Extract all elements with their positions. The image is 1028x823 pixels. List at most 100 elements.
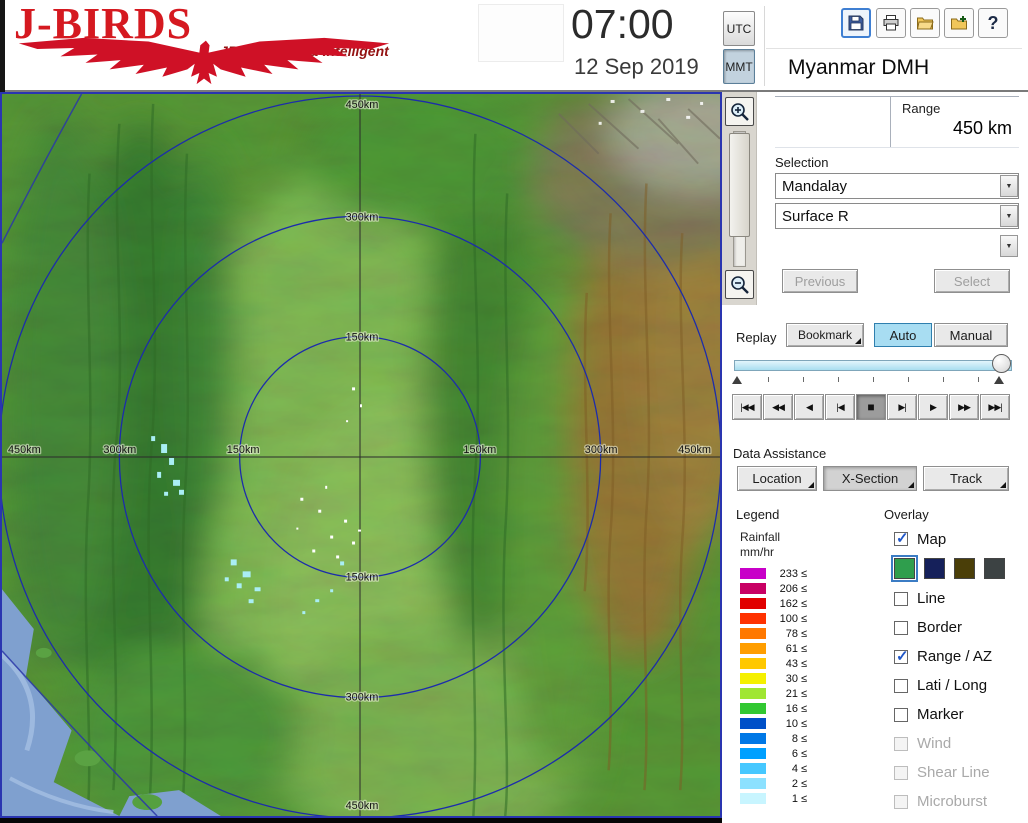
playback-button[interactable]: ◀◀ (763, 394, 793, 420)
open-file-button[interactable] (910, 8, 940, 38)
zoom-out-button[interactable] (725, 270, 754, 299)
ring-label: 150km (346, 332, 379, 344)
selection-label: Selection (775, 155, 829, 170)
zoom-slider-thumb[interactable] (729, 133, 750, 237)
dropdown-arrow-button[interactable]: ▼ (1000, 175, 1018, 197)
checkbox-icon[interactable] (894, 794, 908, 809)
replay-timeline-slider[interactable] (734, 360, 1012, 371)
legend-color-swatch (740, 598, 766, 609)
slider-marker (994, 376, 1004, 384)
checkbox-icon[interactable] (894, 707, 908, 722)
playback-button[interactable]: ◀ (794, 394, 824, 420)
overlay-item[interactable]: Line (894, 584, 992, 613)
map-color-swatch-button[interactable] (924, 558, 945, 579)
dropdown-arrow-button[interactable]: ▼ (1000, 205, 1018, 227)
export-button[interactable] (944, 8, 974, 38)
ring-label: 450km (678, 444, 711, 456)
utc-toggle-button[interactable]: UTC (723, 11, 755, 46)
data-assistance-label: Data Assistance (733, 446, 827, 461)
select-button[interactable]: Select (934, 269, 1010, 293)
legend-row: 78 ≤ (740, 626, 807, 641)
replay-mode-button[interactable]: Auto (874, 323, 932, 347)
overlay-items: Line Border Range / AZ Lati / Long (894, 584, 992, 816)
selection-dropdown[interactable]: Mandalay ▼ (775, 173, 1019, 199)
legend-value: 43 (785, 657, 798, 670)
data-assistance-button[interactable]: Track (923, 466, 1009, 491)
map-color-swatch-button[interactable] (984, 558, 1005, 579)
legend-value: 61 (785, 642, 798, 655)
legend-leq-sign: ≤ (801, 702, 808, 715)
playback-button[interactable]: ▶▶| (980, 394, 1010, 420)
clock-date: 12 Sep 2019 (574, 54, 699, 79)
checkbox-icon[interactable] (894, 591, 908, 606)
folder-open-icon (916, 17, 934, 30)
map-color-swatch-button[interactable] (891, 555, 918, 582)
replay-mode-button[interactable]: Manual (934, 323, 1008, 347)
mmt-toggle-button[interactable]: MMT (723, 49, 755, 84)
overlay-item-label: Border (917, 619, 963, 636)
save-button[interactable] (841, 8, 871, 38)
chevron-down-icon: ▼ (1005, 212, 1013, 220)
data-assistance-button[interactable]: X-Section (823, 466, 917, 491)
dropdown-arrow-button[interactable]: ▼ (1000, 235, 1018, 257)
playback-button[interactable]: |◀◀ (732, 394, 762, 420)
selection-dropdown[interactable]: ▼ (775, 233, 1019, 259)
playback-button[interactable]: ■ (856, 394, 886, 420)
legend-leq-sign: ≤ (801, 717, 808, 730)
previous-button[interactable]: Previous (782, 269, 858, 293)
overlay-item-label: Range / AZ (917, 648, 993, 665)
zoom-in-button[interactable] (725, 97, 754, 126)
checkbox-icon[interactable] (894, 678, 908, 693)
overlay-item[interactable]: Marker (894, 700, 992, 729)
dropdown-value[interactable]: Surface R (775, 203, 1019, 229)
overlay-item[interactable]: Wind (894, 729, 992, 758)
playback-button[interactable]: |◀ (825, 394, 855, 420)
overlay-item[interactable]: Shear Line (894, 758, 992, 787)
legend-leq-sign: ≤ (801, 747, 808, 760)
legend-row: 30 ≤ (740, 671, 807, 686)
checkbox-icon[interactable] (894, 529, 909, 547)
playback-button[interactable]: ▶▶ (949, 394, 979, 420)
overlay-item[interactable]: Range / AZ (894, 642, 992, 671)
legend-value: 21 (785, 687, 798, 700)
clock-time: 07:00 (571, 1, 674, 47)
dropdown-value[interactable]: Mandalay (775, 173, 1019, 199)
playback-button[interactable]: ▶| (887, 394, 917, 420)
data-assistance-button[interactable]: Location (737, 466, 817, 491)
dropdown-value[interactable] (775, 233, 1019, 259)
ring-label: 300km (346, 211, 379, 223)
legend-row: 4 ≤ (740, 761, 807, 776)
overlay-item-map[interactable]: Map (894, 526, 946, 552)
control-panel: Range 450 km Selection Mandalay ▼ Surfac… (722, 92, 1028, 823)
legend-leq-sign: ≤ (801, 732, 808, 745)
checkbox-icon[interactable] (894, 736, 908, 751)
replay-mode-button[interactable]: Bookmark (786, 323, 864, 347)
map-color-swatch-button[interactable] (954, 558, 975, 579)
legend-value: 233 (779, 567, 798, 580)
legend-title-line2: mm/hr (740, 545, 774, 559)
overlay-item[interactable]: Microburst (894, 787, 992, 816)
playback-button[interactable]: ▶ (918, 394, 948, 420)
checkbox-icon[interactable] (894, 647, 909, 665)
ring-label: 300km (585, 444, 618, 456)
overlay-item[interactable]: Border (894, 613, 992, 642)
help-button[interactable]: ? (978, 8, 1008, 38)
map-canvas[interactable]: 450km 300km 150km 150km 300km 450km 450k… (2, 94, 720, 816)
selection-dropdown[interactable]: Surface R ▼ (775, 203, 1019, 229)
legend-color-swatch (740, 763, 766, 774)
legend-color-swatch (740, 643, 766, 654)
magnifier-minus-icon (730, 275, 749, 294)
checkbox-icon[interactable] (894, 620, 908, 635)
legend-color-swatch (740, 703, 766, 714)
overlay-item[interactable]: Lati / Long (894, 671, 992, 700)
overlay-item-label: Line (917, 590, 946, 607)
print-button[interactable] (876, 8, 906, 38)
checkbox-icon[interactable] (894, 765, 908, 780)
slider-marker (732, 376, 742, 384)
radar-map[interactable]: 450km 300km 150km 150km 300km 450km 450k… (0, 92, 722, 818)
legend-leq-sign: ≤ (801, 597, 808, 610)
ring-label: 150km (346, 571, 379, 583)
replay-slider-handle[interactable] (992, 354, 1011, 373)
overlay-label: Overlay (884, 507, 929, 522)
legend-row: 61 ≤ (740, 641, 807, 656)
